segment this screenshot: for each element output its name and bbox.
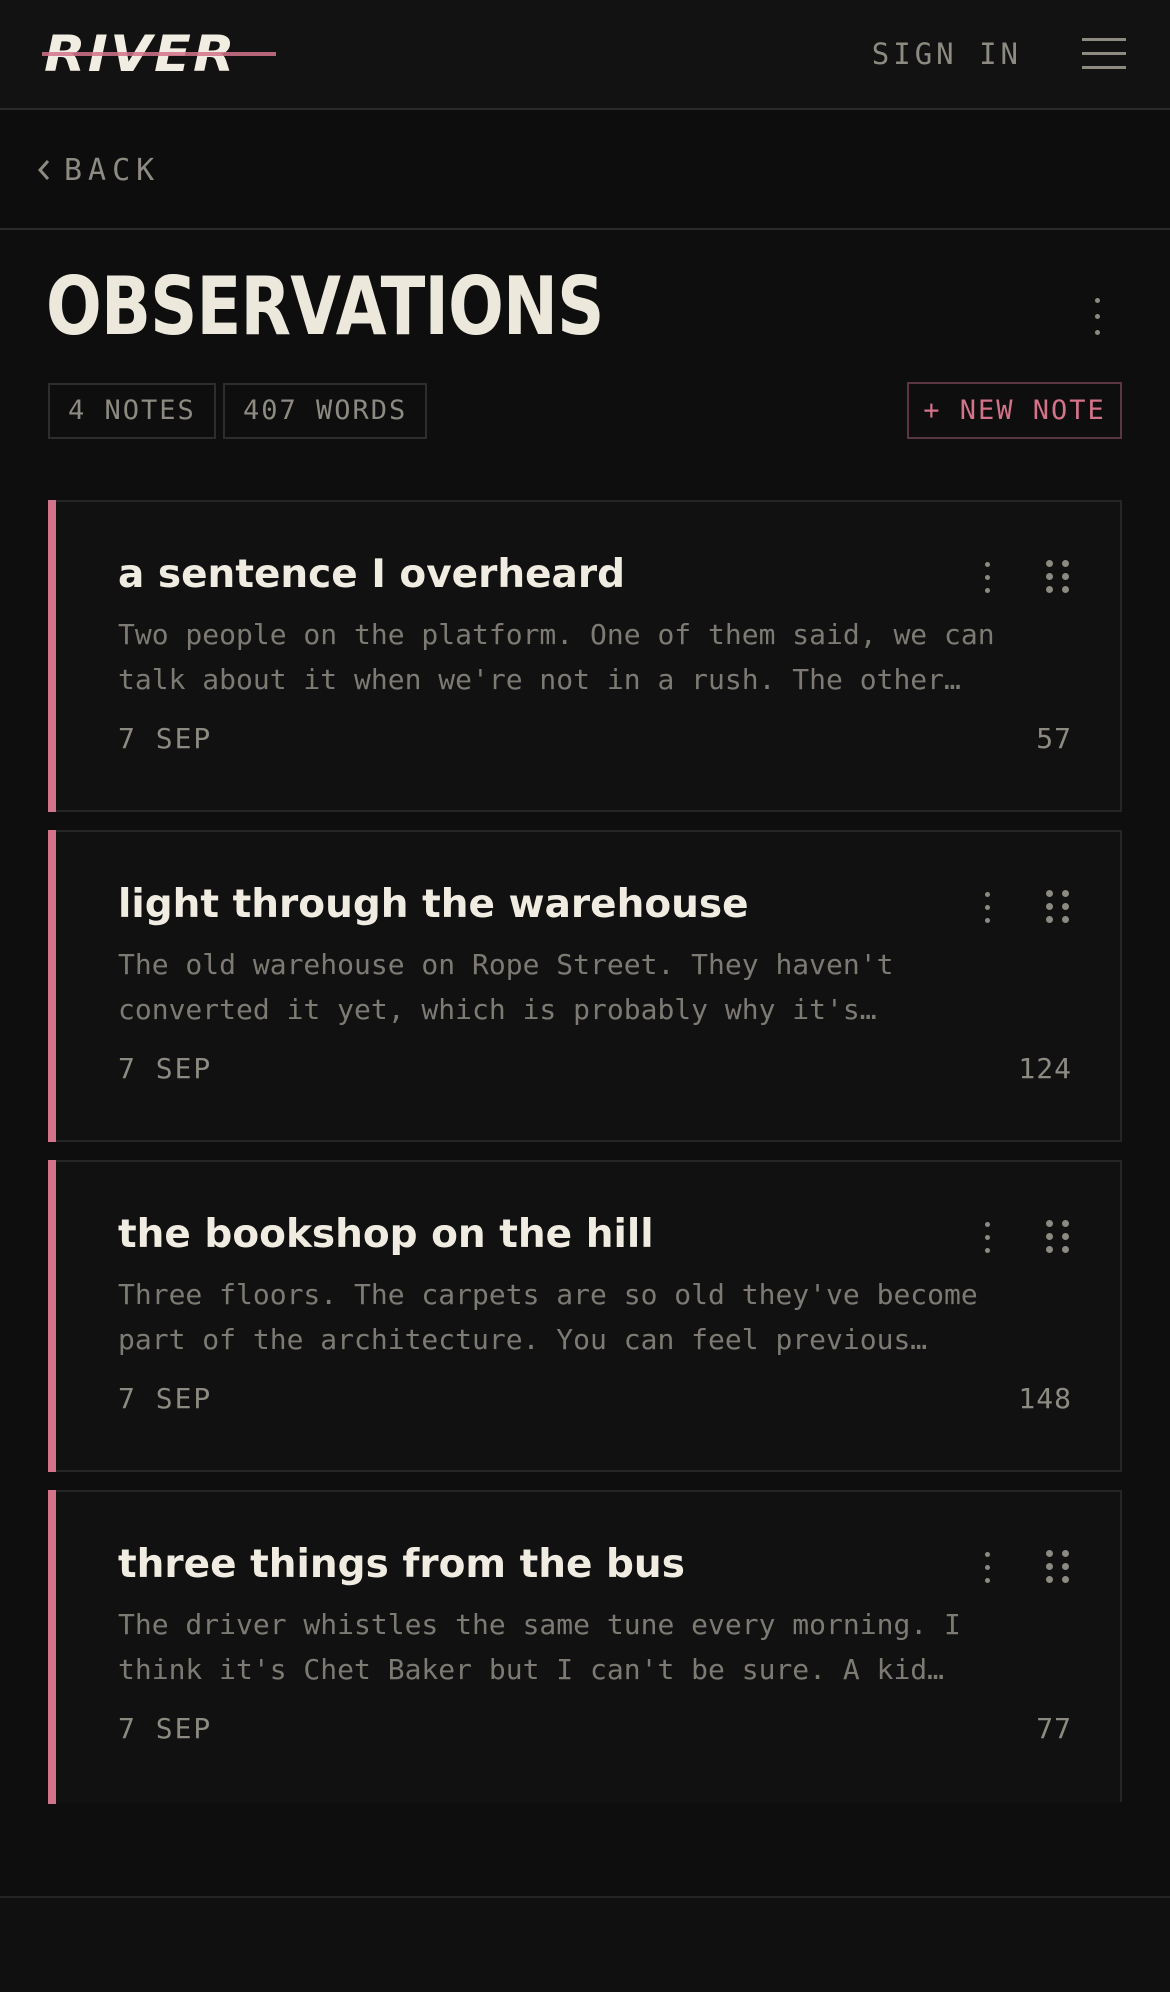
note-title[interactable]: three things from the bus — [118, 1540, 685, 1590]
note-title[interactable]: a sentence I overheard — [118, 550, 625, 600]
note-more-icon[interactable] — [980, 888, 996, 928]
back-label: BACK — [64, 152, 161, 188]
word-count-badge: 407 WORDS — [223, 383, 428, 439]
page-title: OBSERVATIONS — [46, 260, 604, 353]
hamburger-icon[interactable] — [1082, 38, 1126, 70]
notes-count-badge: 4 NOTES — [48, 383, 216, 439]
drag-handle-icon[interactable] — [1044, 1218, 1072, 1254]
card-accent — [48, 830, 56, 1142]
note-card[interactable]: the bookshop on the hill Three floors. T… — [48, 1160, 1122, 1472]
card-accent — [48, 500, 56, 812]
note-excerpt: Three floors. The carpets are so old the… — [118, 1272, 1078, 1362]
note-title[interactable]: the bookshop on the hill — [118, 1210, 654, 1260]
note-date: 7 SEP — [118, 722, 213, 755]
note-date: 7 SEP — [118, 1052, 213, 1085]
chevron-left-icon — [37, 160, 50, 180]
logo-strike — [42, 52, 276, 56]
note-card[interactable]: three things from the bus The driver whi… — [48, 1490, 1122, 1804]
note-excerpt-line: Two people on the platform. One of them … — [118, 618, 995, 651]
note-more-icon[interactable] — [980, 1548, 996, 1588]
sign-in-link[interactable]: SIGN IN — [872, 32, 1022, 76]
note-word-count: 57 — [1036, 722, 1072, 755]
note-excerpt-line: converted it yet, which is probably why … — [118, 993, 877, 1026]
back-row: BACK — [0, 112, 1170, 230]
note-card[interactable]: a sentence I overheard Two people on the… — [48, 500, 1122, 812]
note-excerpt-line: The driver whistles the same tune every … — [118, 1608, 961, 1641]
more-options-icon[interactable] — [1090, 296, 1106, 340]
note-excerpt-line: The old warehouse on Rope Street. They h… — [118, 948, 894, 981]
new-note-button[interactable]: + NEW NOTE — [907, 382, 1122, 439]
drag-handle-icon[interactable] — [1044, 1548, 1072, 1584]
top-bar: RIVER SIGN IN — [0, 0, 1170, 110]
note-excerpt: The old warehouse on Rope Street. They h… — [118, 942, 1078, 1032]
note-excerpt-line: Three floors. The carpets are so old the… — [118, 1278, 978, 1311]
back-button[interactable]: BACK — [36, 148, 160, 192]
drag-handle-icon[interactable] — [1044, 558, 1072, 594]
note-more-icon[interactable] — [980, 558, 996, 598]
drag-handle-icon[interactable] — [1044, 888, 1072, 924]
note-word-count: 77 — [1036, 1712, 1072, 1745]
note-word-count: 148 — [1018, 1382, 1072, 1415]
footer-bar — [0, 1896, 1170, 1992]
note-card[interactable]: light through the warehouse The old ware… — [48, 830, 1122, 1142]
note-date: 7 SEP — [118, 1382, 213, 1415]
note-more-icon[interactable] — [980, 1218, 996, 1258]
note-excerpt-line: talk about it when we're not in a rush. … — [118, 663, 961, 696]
card-accent — [48, 1160, 56, 1472]
note-date: 7 SEP — [118, 1712, 213, 1745]
note-excerpt: Two people on the platform. One of them … — [118, 612, 1078, 702]
note-excerpt-line: part of the architecture. You can feel p… — [118, 1323, 928, 1356]
note-excerpt-line: think it's Chet Baker but I can't be sur… — [118, 1653, 945, 1686]
card-accent — [48, 1490, 56, 1804]
note-word-count: 124 — [1018, 1052, 1072, 1085]
note-title[interactable]: light through the warehouse — [118, 880, 749, 930]
note-excerpt: The driver whistles the same tune every … — [118, 1602, 1078, 1692]
